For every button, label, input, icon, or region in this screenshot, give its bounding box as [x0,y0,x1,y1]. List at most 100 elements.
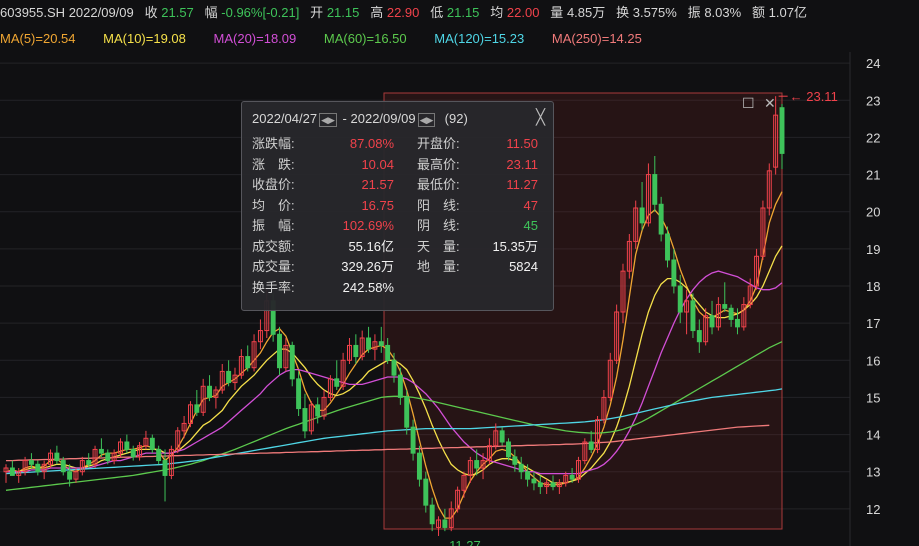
start-date-stepper-icon[interactable]: ◀▶ [319,112,337,127]
stat-label: 最高价: [417,156,460,172]
candle-body [722,304,728,309]
candle-body [404,396,410,428]
y-tick-label: 19 [866,242,880,257]
y-tick-label: 17 [866,316,880,331]
candle-body [735,318,740,328]
close-icon[interactable]: ╳ [536,108,545,126]
stats-row: 振 幅: 102.69% 阴 线: 45 [242,216,553,236]
stat-value: 11.50 [506,136,538,151]
y-axis: 24 23 22 21 20 19 18 17 16 15 14 13 12 [866,56,880,517]
candle-body [537,482,543,488]
candle-body [98,448,104,454]
high-label: 高 [370,5,384,20]
stats-row: 换手率: 242.58% [242,278,553,298]
change-value: -0.96%[-0.21] [221,5,300,20]
candle-body [226,370,232,384]
range-count: (92) [444,111,468,126]
candle-body [569,474,575,480]
candle-body [671,259,677,287]
candle-body [410,426,416,454]
candle-body [728,307,734,320]
candle-body [690,300,696,332]
candle-body [658,203,664,235]
candle-body [60,460,66,473]
candle-body [385,344,391,361]
candle-body [531,478,537,484]
candle-body [550,482,556,488]
stat-label: 涨跌幅: [252,136,295,151]
stats-row: 涨跌幅: 87.08% 开盘价: 11.50 [242,134,553,154]
avg-value: 22.00 [506,5,540,20]
quote-header: 603955.SH 2022/09/09 收 21.57 幅 -0.96%[-0… [0,0,919,26]
stat-label: 阳 线: [417,197,460,213]
stat-value: 102.69% [342,218,394,233]
candle-body [156,448,162,462]
range-start-date[interactable]: 2022/04/27 [252,111,317,126]
amplitude-label: 振 [687,5,701,20]
quote-date: 2022/09/09 [68,5,134,20]
candle-body [442,519,448,528]
candle-body [696,330,702,343]
candle-body [423,478,429,506]
ma5-legend: MA(5)=20.54 [0,31,76,46]
candle-body [130,448,136,458]
amplitude-value: 8.03% [704,5,742,20]
min-price-label: ← 11.27 [433,538,481,546]
stat-value: 16.75 [361,197,394,213]
ma120-legend: MA(120)=15.23 [434,31,525,46]
change-label: 幅 [204,5,218,20]
range-end-date[interactable]: 2022/09/09 [351,111,416,126]
stat-value: 11.27 [506,177,538,192]
stat-label: 均 价: [252,197,295,213]
y-tick-label: 22 [866,130,880,145]
candle-body [709,315,715,328]
close-label: 收 [144,5,158,20]
amount-value: 1.07亿 [768,5,807,20]
stat-value: 21.57 [361,177,394,192]
ma10-legend: MA(10)=19.08 [103,31,186,46]
close-range-icon[interactable]: ✕ [764,95,776,112]
candle-body [277,333,282,369]
y-tick-label: 16 [866,353,880,368]
candle-body [429,504,435,525]
stat-label: 最低价: [417,177,460,192]
candle-body [207,385,213,398]
candle-body [677,285,683,313]
range-dash: - [342,111,347,126]
candle-body [315,404,321,417]
stats-row: 成交额: 55.16亿 天 量: 15.35万 [242,237,553,257]
candle-body [302,408,308,432]
stat-value: 23.11 [506,156,538,172]
stats-row: 均 价: 16.75 阳 线: 47 [242,196,553,216]
y-tick-label: 23 [866,93,880,108]
candle-body [162,460,168,476]
stat-value: 10.04 [361,156,394,172]
avg-label: 均 [490,5,504,20]
end-date-stepper-icon[interactable]: ◀▶ [417,112,436,127]
amount-label: 额 [752,5,766,20]
candle-body [665,233,670,261]
maximize-icon[interactable]: ☐ [742,95,755,112]
y-tick-label: 15 [866,390,880,405]
candle-body [105,452,111,462]
y-tick-label: 12 [866,502,880,517]
candle-body [525,471,531,480]
stat-value: 87.08% [349,136,394,151]
y-tick-label: 14 [866,428,880,443]
volume-label: 量 [550,5,564,20]
stats-row: 成交量: 329.26万 地 量: 5824 [242,257,553,277]
candle-body [397,374,403,398]
stat-value: 45 [523,218,538,233]
candle-body [28,460,34,465]
candle-body [652,174,658,205]
ma-legend: MA(5)=20.54 MA(10)=19.08 MA(20)=18.09 MA… [0,26,919,52]
stat-label: 地 量: [417,259,460,274]
y-tick-label: 18 [866,279,880,294]
turnover-value: 3.575% [632,5,677,20]
candle-body [518,463,524,473]
stats-row: 收盘价: 21.57 最低价: 11.27 [242,175,553,195]
stat-label: 收盘价: [252,177,295,192]
ma60-legend: MA(60)=16.50 [323,31,407,46]
stat-label: 阴 线: [417,218,460,233]
stat-label: 涨 跌: [252,156,295,172]
